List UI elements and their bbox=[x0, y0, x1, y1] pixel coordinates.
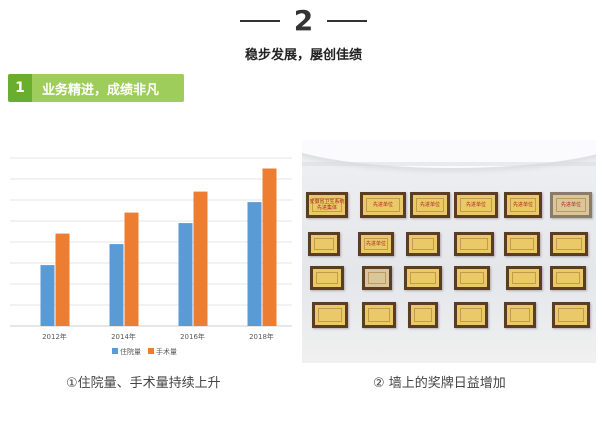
award-plaque: 安徽省卫生系统先进集体 bbox=[306, 192, 348, 218]
award-plaque bbox=[308, 232, 340, 256]
award-plaque: 先进单位 bbox=[360, 192, 406, 218]
bar-inpatient bbox=[109, 244, 124, 326]
award-plaque bbox=[408, 302, 438, 328]
award-plaque: 先进单位 bbox=[504, 192, 542, 218]
divider-left bbox=[239, 20, 280, 22]
subsection-badge: 1 业务精进，成绩非凡 bbox=[8, 74, 184, 102]
award-plaque bbox=[504, 302, 536, 328]
award-plaque bbox=[506, 266, 542, 290]
award-plaque bbox=[552, 302, 590, 328]
award-plaque bbox=[454, 266, 490, 290]
award-plaque bbox=[454, 302, 488, 328]
award-plaque: 先进单位 bbox=[358, 232, 394, 256]
x-tick-label: 2012年 bbox=[42, 332, 67, 341]
award-plaque bbox=[404, 266, 442, 290]
bar-inpatient bbox=[178, 223, 193, 326]
legend-swatch bbox=[148, 348, 154, 354]
bar-chart-svg: 2012年 2014年 2016年 2018年住院量 手术量 bbox=[10, 157, 292, 356]
award-plaque bbox=[362, 302, 396, 328]
plaque-text: 先进单位 bbox=[560, 202, 581, 208]
section-number: 2 bbox=[293, 4, 314, 37]
award-plaque bbox=[454, 232, 494, 256]
bar-chart: 2012年 2014年 2016年 2018年住院量 手术量 bbox=[4, 140, 294, 365]
bar-surgery bbox=[193, 191, 208, 326]
caption-chart: ①住院量、手术量持续上升 bbox=[66, 376, 221, 391]
bar-surgery bbox=[55, 233, 70, 326]
award-plaque bbox=[550, 232, 588, 256]
badge-number: 1 bbox=[8, 74, 32, 102]
award-plaque bbox=[312, 302, 348, 328]
award-plaque bbox=[550, 266, 586, 290]
award-plaque bbox=[406, 232, 440, 256]
awards-wall-photo: 安徽省卫生系统先进集体 先进单位 先进单位 先进单位 先进单位 先进单位 先进单位 bbox=[302, 140, 596, 363]
caption-photo: ② 墙上的奖牌日益增加 bbox=[373, 376, 506, 391]
section-header: 2 稳步发展，屡创佳绩 bbox=[0, 4, 607, 63]
plaque-text: 先进单位 bbox=[465, 202, 486, 208]
plaque-text: 先进单位 bbox=[372, 202, 393, 208]
plaque-text: 先进单位 bbox=[419, 202, 440, 208]
legend-label: 手术量 bbox=[156, 347, 177, 356]
section-number-row: 2 bbox=[0, 4, 607, 38]
award-plaque: 先进单位 bbox=[454, 192, 498, 218]
bar-surgery bbox=[124, 212, 139, 326]
bar-inpatient bbox=[247, 202, 262, 326]
legend-swatch bbox=[112, 348, 118, 354]
x-tick-label: 2016年 bbox=[180, 332, 205, 341]
section-title: 稳步发展，屡创佳绩 bbox=[244, 48, 362, 63]
legend-label: 住院量 bbox=[120, 347, 141, 356]
plaque-text: 先进单位 bbox=[512, 202, 533, 208]
award-plaque bbox=[310, 266, 344, 290]
plaque-text: 安徽省卫生系统先进集体 bbox=[309, 199, 345, 211]
x-tick-label: 2014年 bbox=[111, 332, 136, 341]
award-plaque bbox=[504, 232, 540, 256]
award-plaque: 先进单位 bbox=[550, 192, 592, 218]
divider-right bbox=[327, 20, 368, 22]
plaque-text: 先进单位 bbox=[365, 241, 386, 247]
photo-ceiling-rim bbox=[302, 162, 596, 166]
award-plaque: 先进单位 bbox=[410, 192, 450, 218]
award-plaque bbox=[362, 266, 392, 290]
x-tick-label: 2018年 bbox=[249, 332, 274, 341]
bar-surgery bbox=[262, 168, 277, 326]
badge-text: 业务精进，成绩非凡 bbox=[32, 74, 184, 102]
bar-inpatient bbox=[40, 265, 55, 326]
